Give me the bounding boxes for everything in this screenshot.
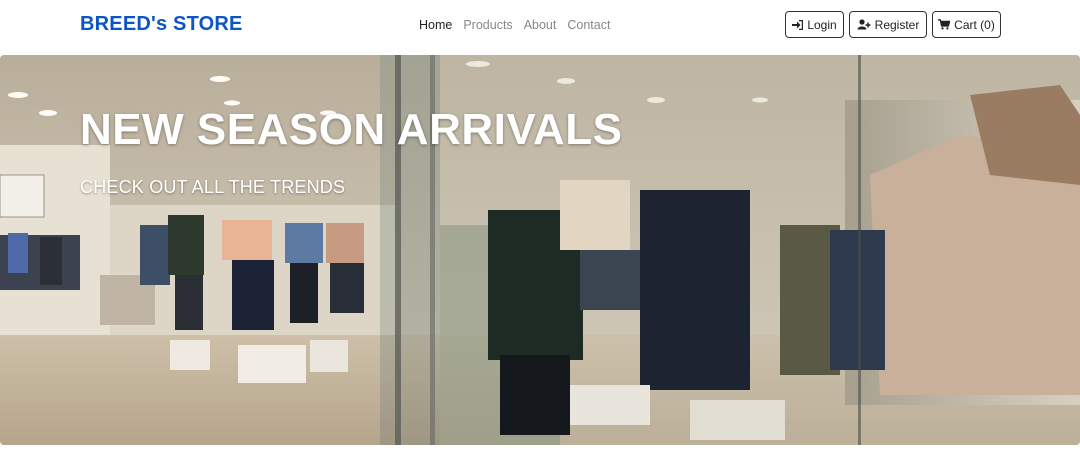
login-button-label: Login [807, 17, 837, 32]
hero-title: NEW SEASON ARRIVALS [80, 105, 623, 154]
cart-button[interactable]: Cart (0) [932, 11, 1001, 38]
register-button-label: Register [874, 17, 920, 32]
main-nav: Home Products About Contact [419, 18, 610, 32]
nav-link-products[interactable]: Products [463, 18, 512, 32]
hero-subtitle: CHECK OUT ALL THE TRENDS [80, 177, 346, 197]
sign-in-icon [792, 19, 804, 30]
login-button[interactable]: Login [785, 11, 844, 38]
navbar: BREED's STORE Home Products About Contac… [0, 0, 1080, 52]
brand-logo[interactable]: BREED's STORE [80, 13, 243, 36]
nav-link-about[interactable]: About [524, 18, 557, 32]
cart-button-label: Cart (0) [954, 17, 995, 32]
nav-link-contact[interactable]: Contact [567, 18, 610, 32]
register-button[interactable]: Register [849, 11, 927, 38]
shopping-cart-icon [938, 19, 951, 30]
hero-banner: NEW SEASON ARRIVALS CHECK OUT ALL THE TR… [0, 55, 1080, 445]
user-plus-icon [857, 19, 871, 30]
nav-link-home[interactable]: Home [419, 18, 452, 32]
